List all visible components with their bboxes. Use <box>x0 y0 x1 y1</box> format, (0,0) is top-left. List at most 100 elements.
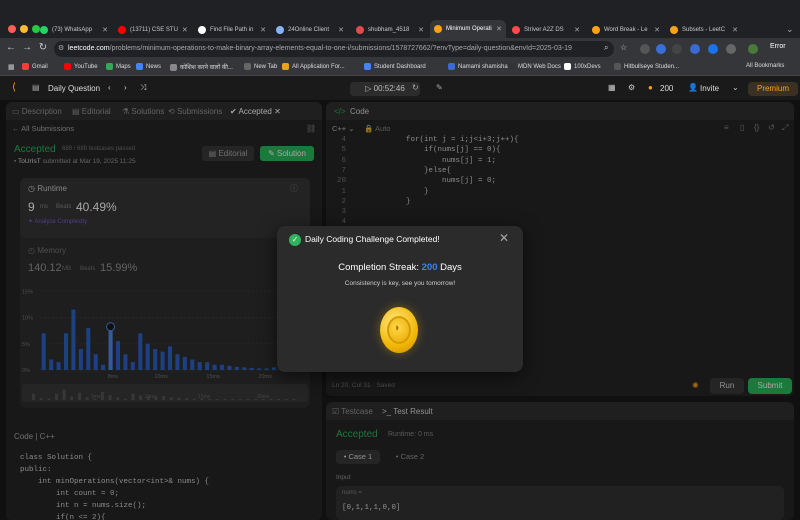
leetcode-logo-icon[interactable]: ⟨ <box>12 82 16 93</box>
bookmark-item[interactable]: New Tab <box>244 63 277 70</box>
tab-close-icon[interactable]: ✕ <box>574 26 580 34</box>
tab-list-chevron-icon[interactable]: ⌄ <box>786 24 794 35</box>
extension-icon[interactable] <box>708 44 718 54</box>
browser-tab[interactable]: (73) WhatsApp ✕ <box>36 22 112 38</box>
tab-label: Word Break - Le <box>604 27 648 33</box>
bookmark-label: Maps <box>116 63 131 70</box>
extension-icon[interactable] <box>640 44 650 54</box>
bookmark-item[interactable]: Student Dashboard <box>364 63 426 70</box>
modal-title: Daily Coding Challenge Completed! <box>305 234 440 244</box>
bookmark-favicon-icon <box>170 63 177 71</box>
profile-error-label[interactable]: Error <box>770 43 786 50</box>
bookmark-label: News <box>146 63 162 70</box>
bookmark-item[interactable]: News <box>136 63 161 70</box>
tab-close-icon[interactable]: ✕ <box>338 26 344 34</box>
reload-icon[interactable]: ↻ <box>36 42 50 53</box>
invite-icon: 👤 <box>688 83 698 92</box>
tab-favicon-icon <box>356 26 364 34</box>
bookmark-favicon-icon <box>136 63 143 70</box>
bookmark-label: 100xDevs <box>574 63 601 70</box>
bookmark-item[interactable]: YouTube <box>64 63 98 70</box>
browser-tab[interactable]: Word Break - Le ✕ <box>588 22 664 38</box>
tab-close-icon[interactable]: ✕ <box>654 26 660 34</box>
bookmark-item[interactable]: 100xDevs <box>564 63 601 70</box>
back-icon[interactable]: ← <box>4 42 18 53</box>
extension-icon[interactable] <box>690 44 700 54</box>
coins-count[interactable]: 200 <box>660 84 673 93</box>
bookmark-favicon-icon <box>282 63 289 70</box>
zoom-icon[interactable]: ⌕ <box>604 43 608 53</box>
tab-close-icon[interactable]: ✕ <box>496 25 502 33</box>
bookmark-label: कोशिश करने वालों की... <box>180 65 233 71</box>
completion-streak: Completion Streak: 200 Days <box>338 262 462 273</box>
browser-tab[interactable]: shubham_4518 ✕ <box>352 22 428 38</box>
site-info-icon[interactable]: ⚙ <box>58 41 64 57</box>
bookmark-item[interactable]: Hitbullseye Studen... <box>614 63 679 70</box>
url-field[interactable]: ⚙ leetcode.com/problems/minimum-operatio… <box>54 41 614 57</box>
problem-list-title[interactable]: Daily Question <box>48 84 100 93</box>
extension-icon[interactable] <box>656 44 666 54</box>
tab-favicon-icon <box>670 26 678 34</box>
avatar[interactable] <box>748 44 758 54</box>
browser-tab[interactable]: 24Online Client ✕ <box>272 22 348 38</box>
bookmark-item[interactable]: कोशिश करने वालों की... <box>170 63 233 71</box>
browser-tab[interactable]: Striver A2Z DS ✕ <box>508 22 584 38</box>
browser-tab[interactable]: (13711) CSE STU ✕ <box>114 22 190 38</box>
prev-problem-icon[interactable]: ‹ <box>108 83 111 92</box>
minimize-window-button[interactable] <box>20 25 28 33</box>
bookmark-favicon-icon <box>614 63 621 70</box>
tab-close-icon[interactable]: ✕ <box>182 26 188 34</box>
settings-icon[interactable]: ⚙ <box>628 83 635 92</box>
bookmark-item[interactable]: Namami shamisha... <box>448 63 513 70</box>
tab-close-icon[interactable]: ✕ <box>732 26 738 34</box>
apps-grid-icon[interactable]: ▦ <box>8 63 15 71</box>
bookmark-item[interactable]: Gmail <box>22 63 48 70</box>
bookmark-item[interactable]: MDN Web Docs <box>508 63 561 70</box>
coin-icon: ● <box>648 83 653 92</box>
reset-timer-icon[interactable]: ↻ <box>412 83 419 92</box>
tab-favicon-icon <box>592 26 600 34</box>
play-icon: ▷ <box>365 84 372 93</box>
bookmark-label: New Tab <box>254 63 278 70</box>
layout-icon[interactable]: ▦ <box>608 83 616 92</box>
bookmark-label: Hitbullseye Studen... <box>624 63 680 70</box>
close-icon[interactable]: ✕ <box>499 231 509 245</box>
problem-list-icon[interactable]: ▤ <box>32 83 40 92</box>
browser-tab[interactable]: Subsets - LeetC ✕ <box>666 22 742 38</box>
forward-icon[interactable]: → <box>20 42 34 53</box>
close-window-button[interactable] <box>8 25 16 33</box>
tab-close-icon[interactable]: ✕ <box>102 26 108 34</box>
premium-button[interactable]: Premium <box>748 82 798 96</box>
extensions-puzzle-icon[interactable] <box>726 44 736 54</box>
tab-label: shubham_4518 <box>368 27 410 33</box>
bookmark-star-icon[interactable]: ☆ <box>620 43 627 52</box>
shuffle-icon[interactable]: ⤨ <box>140 83 146 93</box>
bookmarks-bar: ▦ Gmail YouTube Maps News कोशिश करने वालों क… <box>0 60 800 76</box>
coin-icon: ◗ <box>380 307 418 353</box>
tab-close-icon[interactable]: ✕ <box>260 26 266 34</box>
notes-icon[interactable]: ✎ <box>436 83 443 92</box>
bookmark-favicon-icon <box>564 63 571 70</box>
extension-icon[interactable] <box>672 44 682 54</box>
tab-label: Minimum Operati <box>446 26 492 32</box>
tab-label: Find File Path in <box>210 27 254 33</box>
all-bookmarks-link[interactable]: All Bookmarks <box>746 63 784 69</box>
bookmark-label: MDN Web Docs <box>518 63 561 70</box>
bookmark-label: Namami shamisha... <box>458 63 513 70</box>
daily-challenge-modal: ✓ Daily Coding Challenge Completed! ✕ Co… <box>277 226 523 372</box>
tab-label: (73) WhatsApp <box>52 27 93 33</box>
timer-value: 00:52:46 <box>373 84 405 93</box>
tab-favicon-icon <box>198 26 206 34</box>
next-problem-icon[interactable]: › <box>124 83 127 92</box>
browser-tab[interactable]: Find File Path in ✕ <box>194 22 270 38</box>
bookmark-item[interactable]: All Application For... <box>282 63 345 70</box>
browser-tab[interactable]: Minimum Operati ✕ <box>430 20 506 38</box>
invite-button[interactable]: Invite <box>700 84 719 93</box>
timer[interactable]: ▷ 00:52:46 <box>350 82 420 96</box>
address-bar-row: ← → ↻ ⚙ leetcode.com/problems/minimum-op… <box>0 38 800 60</box>
tab-close-icon[interactable]: ✕ <box>418 26 424 34</box>
dropdown-chevron-icon[interactable]: ⌄ <box>732 83 739 92</box>
tab-favicon-icon <box>40 26 48 34</box>
bookmark-item[interactable]: Maps <box>106 63 131 70</box>
bookmark-label: YouTube <box>74 63 98 70</box>
